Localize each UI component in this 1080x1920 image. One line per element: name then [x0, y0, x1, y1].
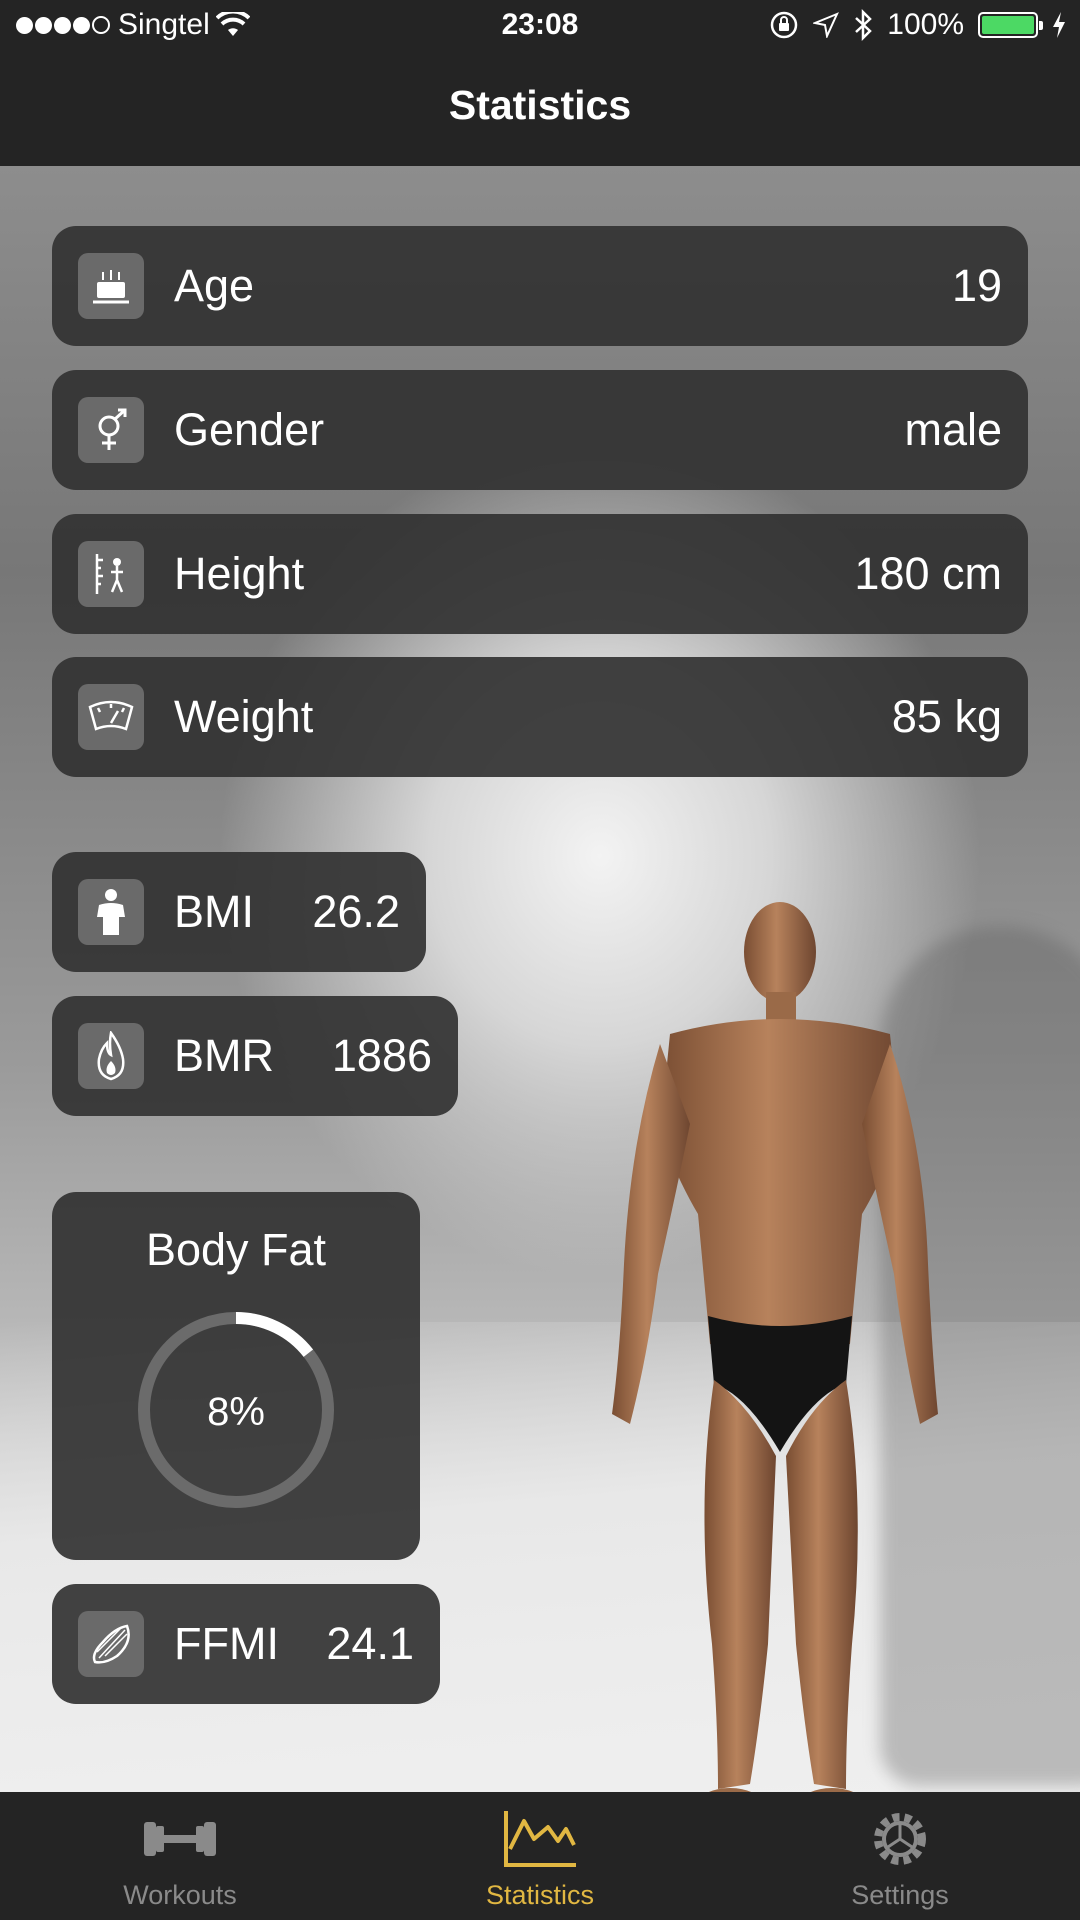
- battery-icon: [978, 12, 1043, 38]
- weight-card[interactable]: Weight 85 kg: [52, 657, 1028, 777]
- chart-icon: [490, 1804, 590, 1874]
- age-card[interactable]: Age 19: [52, 226, 1028, 346]
- tab-statistics[interactable]: Statistics: [360, 1792, 720, 1920]
- bmr-label: BMR: [174, 1030, 274, 1081]
- tab-workouts[interactable]: Workouts: [0, 1792, 360, 1920]
- flame-icon: [78, 1023, 144, 1089]
- tab-statistics-label: Statistics: [485, 1880, 595, 1910]
- ffmi-card[interactable]: FFMI 24.1: [52, 1584, 440, 1704]
- tab-bar: Workouts Statistics Settings: [0, 1792, 1080, 1920]
- gender-card[interactable]: Gender male: [52, 370, 1028, 490]
- bmr-value: 1886: [331, 1030, 432, 1081]
- body-fat-card[interactable]: Body Fat 8%: [52, 1192, 420, 1560]
- height-value: 180 cm: [854, 548, 1002, 599]
- bmr-card[interactable]: BMR 1886: [52, 996, 458, 1116]
- navigation-bar: Statistics: [0, 54, 1080, 166]
- gender-symbol-icon: [78, 397, 144, 463]
- body-model-figure[interactable]: [600, 884, 940, 1792]
- bmi-label: BMI: [174, 886, 255, 937]
- muscle-icon: [78, 1611, 144, 1677]
- weight-label: Weight: [174, 691, 314, 742]
- height-label: Height: [174, 548, 305, 599]
- gender-label: Gender: [174, 404, 325, 455]
- weight-value: 85 kg: [891, 691, 1002, 742]
- page-title: Statistics: [448, 82, 632, 128]
- tab-settings-label: Settings: [851, 1880, 949, 1910]
- height-card[interactable]: Height 180 cm: [52, 514, 1028, 634]
- battery-percent: 100%: [887, 8, 964, 41]
- age-value: 19: [951, 260, 1002, 311]
- body-fat-value: 8%: [207, 1390, 265, 1434]
- status-indicators: 100%: [769, 8, 1066, 42]
- tab-workouts-label: Workouts: [123, 1880, 237, 1910]
- bmi-card[interactable]: BMI 26.2: [52, 852, 426, 972]
- tab-settings[interactable]: Settings: [720, 1792, 1080, 1920]
- body-fat-title: Body Fat: [145, 1224, 327, 1275]
- dumbbell-icon: [130, 1804, 230, 1874]
- person-silhouette-icon: [78, 879, 144, 945]
- charging-bolt-icon: [1053, 12, 1065, 38]
- birthday-cake-icon: [78, 253, 144, 319]
- ffmi-label: FFMI: [174, 1618, 279, 1669]
- height-measure-icon: [78, 541, 144, 607]
- status-bar: Singtel 23:08 100%: [0, 0, 1080, 54]
- rotation-lock-icon: [771, 11, 798, 39]
- location-arrow-icon: [813, 12, 840, 38]
- scale-icon: [78, 684, 144, 750]
- bluetooth-icon: [855, 9, 873, 41]
- age-label: Age: [174, 260, 255, 311]
- gear-icon: [850, 1804, 950, 1874]
- ffmi-value: 24.1: [326, 1618, 414, 1669]
- bmi-value: 26.2: [312, 886, 400, 937]
- gender-value: male: [904, 404, 1002, 455]
